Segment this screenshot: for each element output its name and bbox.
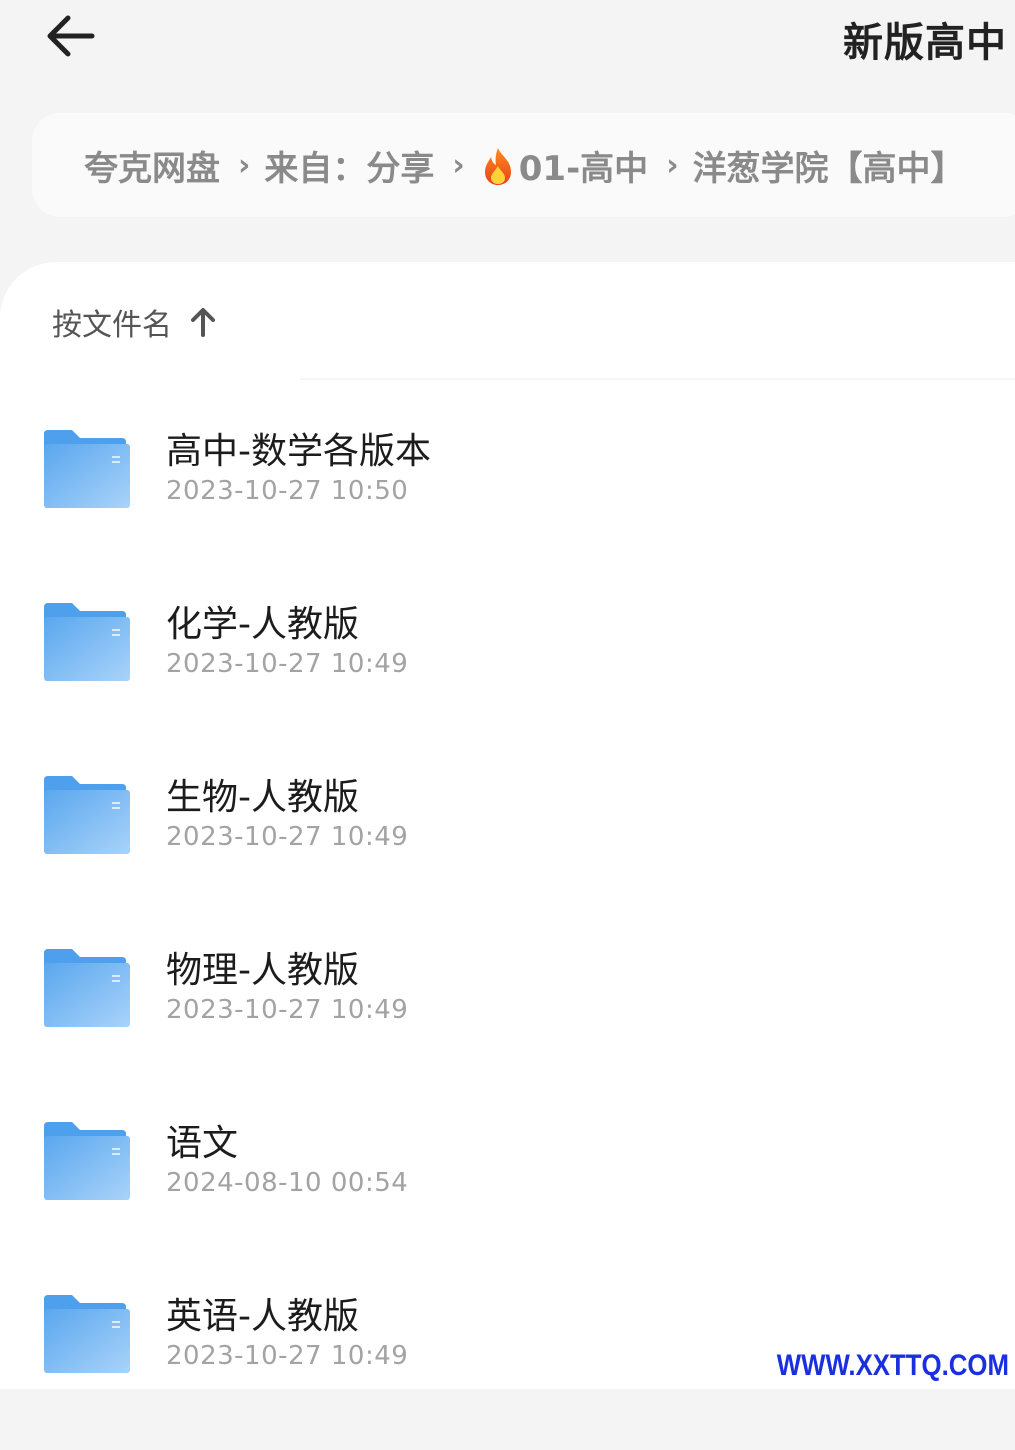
file-date: 2023-10-27 10:49 xyxy=(166,822,409,852)
breadcrumb-item-highschool[interactable]: 01-高中 xyxy=(479,141,648,190)
breadcrumb-item-onion[interactable]: 洋葱学院【高中】 xyxy=(693,141,965,190)
file-name: 语文 xyxy=(166,1123,239,1164)
folder-icon xyxy=(44,430,130,508)
folder-icon xyxy=(44,949,130,1027)
arrow-up-icon xyxy=(190,307,216,337)
divider xyxy=(300,378,1015,380)
chevron-right-icon: › xyxy=(452,147,465,183)
arrow-left-icon xyxy=(47,15,95,57)
breadcrumb-item-label: 01-高中 xyxy=(518,148,649,189)
list-item[interactable]: 物理-人教版 2023-10-27 10:49 xyxy=(0,931,1015,1104)
sort-button[interactable]: 按文件名 xyxy=(52,300,216,344)
file-name: 生物-人教版 xyxy=(166,777,359,818)
list-item[interactable]: 化学-人教版 2023-10-27 10:49 xyxy=(0,585,1015,758)
file-name: 物理-人教版 xyxy=(166,950,359,991)
file-list: 高中-数学各版本 2023-10-27 10:50 化学-人教版 2023-10… xyxy=(0,412,1015,1450)
breadcrumb: 夸克网盘 › 来自：分享 › 01-高中 › 洋葱学院【高中】 xyxy=(32,113,1015,217)
back-button[interactable] xyxy=(38,8,102,64)
chevron-right-icon: › xyxy=(666,147,679,183)
file-name: 高中-数学各版本 xyxy=(166,431,431,472)
file-name: 英语-人教版 xyxy=(166,1296,359,1337)
top-bar: 新版高中 xyxy=(0,0,1015,110)
folder-icon xyxy=(44,776,130,854)
page-title: 新版高中 xyxy=(843,20,1007,66)
file-panel: 按文件名 高中-数学各版本 2023-10-27 10:50 化学-人教版 20… xyxy=(0,262,1015,1389)
breadcrumb-item-root[interactable]: 夸克网盘 xyxy=(84,141,220,190)
folder-icon xyxy=(44,603,130,681)
file-date: 2023-10-27 10:50 xyxy=(166,476,409,506)
chevron-right-icon: › xyxy=(238,147,251,183)
list-item[interactable]: 生物-人教版 2023-10-27 10:49 xyxy=(0,758,1015,931)
file-name: 化学-人教版 xyxy=(166,604,359,645)
breadcrumb-item-shared[interactable]: 来自：分享 xyxy=(264,141,434,190)
sort-label: 按文件名 xyxy=(52,308,172,343)
folder-icon xyxy=(44,1122,130,1200)
fire-icon xyxy=(484,147,511,185)
list-item[interactable]: 语文 2024-08-10 00:54 xyxy=(0,1104,1015,1277)
file-date: 2023-10-27 10:49 xyxy=(166,1341,409,1371)
file-date: 2023-10-27 10:49 xyxy=(166,649,409,679)
folder-icon xyxy=(44,1295,130,1373)
file-date: 2023-10-27 10:49 xyxy=(166,995,409,1025)
file-date: 2024-08-10 00:54 xyxy=(166,1168,409,1198)
list-item[interactable]: 高中-数学各版本 2023-10-27 10:50 xyxy=(0,412,1015,585)
watermark: WWW.XXTTQ.COM xyxy=(776,1349,1009,1382)
